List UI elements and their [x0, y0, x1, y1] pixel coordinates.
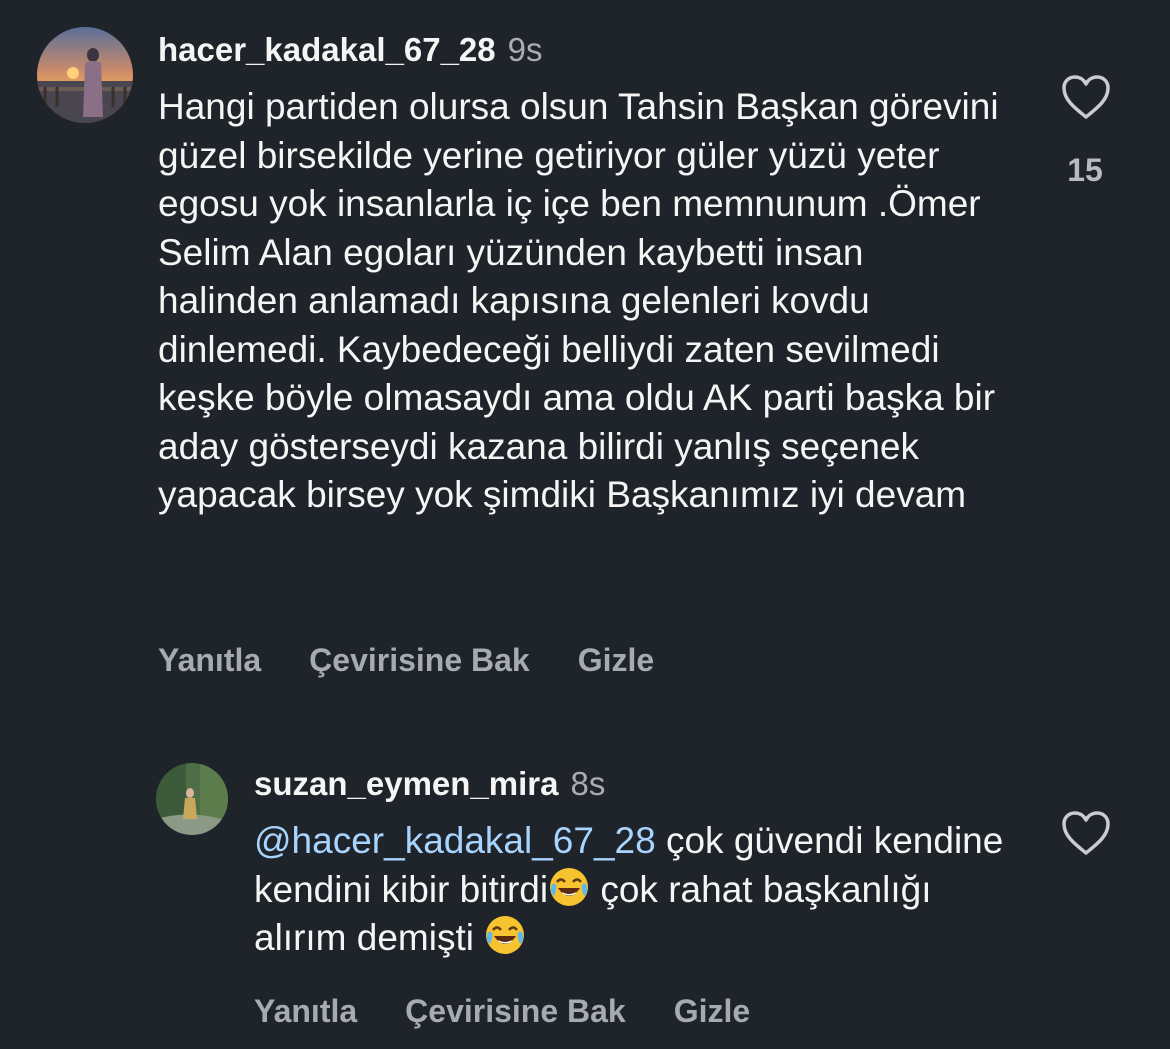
avatar-image [37, 27, 133, 123]
timestamp: 9s [507, 31, 543, 68]
comment-2: suzan_eymen_mira 8s @hacer_kadakal_67_28 … [0, 720, 1170, 1049]
avatar-image [156, 763, 228, 835]
reply-button[interactable]: Yanıtla [158, 642, 261, 678]
mention-link[interactable]: @hacer_kadakal_67_28 [254, 820, 656, 861]
like-count[interactable]: 15 [1055, 152, 1115, 189]
comment-text: @hacer_kadakal_67_28 çok güvendi kendine… [254, 817, 1014, 963]
timestamp: 8s [570, 765, 606, 802]
face-with-tears-of-joy-emoji [548, 866, 590, 908]
comment-1: hacer_kadakal_67_28 9s Hangi partiden olu… [0, 0, 1170, 720]
username[interactable]: suzan_eymen_mira [254, 765, 559, 802]
comment-actions: Yanıtla Çevirisine Bak Gizle [254, 991, 798, 1031]
avatar[interactable] [37, 27, 133, 123]
hide-button[interactable]: Gizle [674, 993, 750, 1029]
heart-outline-icon[interactable] [1061, 74, 1111, 120]
face-with-tears-of-joy-emoji [484, 914, 526, 956]
see-translation-button[interactable]: Çevirisine Bak [309, 642, 530, 678]
hide-button[interactable]: Gizle [578, 642, 654, 678]
see-translation-button[interactable]: Çevirisine Bak [405, 993, 626, 1029]
comment-header: suzan_eymen_mira 8s [254, 764, 605, 804]
reply-button[interactable]: Yanıtla [254, 993, 357, 1029]
comment-actions: Yanıtla Çevirisine Bak Gizle [158, 640, 702, 680]
heart-outline-icon[interactable] [1061, 810, 1111, 856]
comment-header: hacer_kadakal_67_28 9s [158, 30, 542, 70]
username[interactable]: hacer_kadakal_67_28 [158, 31, 496, 68]
avatar[interactable] [156, 763, 228, 835]
comment-text: Hangi partiden olursa olsun Tahsin Başka… [158, 86, 999, 515]
